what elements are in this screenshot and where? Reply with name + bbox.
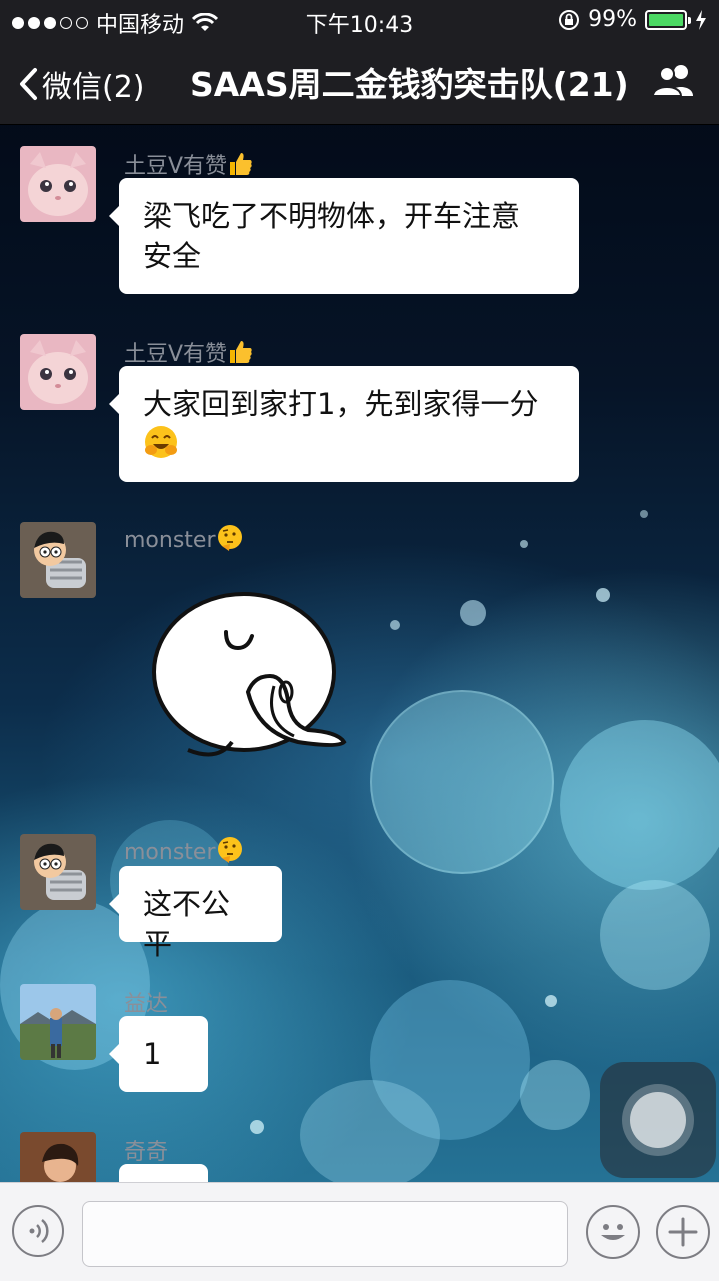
message-text: 这不公平 — [143, 887, 231, 961]
message-bubble[interactable]: 1 — [109, 1016, 208, 1092]
sender-name: monster — [124, 836, 244, 870]
message-input[interactable] — [82, 1201, 568, 1267]
assistive-touch-button[interactable] — [600, 1062, 716, 1178]
back-label: 微信(2) — [42, 70, 145, 105]
white-blob-sticker[interactable] — [148, 592, 348, 766]
kitten-avatar[interactable] — [20, 334, 96, 410]
group-info-icon — [651, 65, 693, 97]
emoji-button[interactable] — [586, 1205, 640, 1259]
thinking-face-icon — [216, 524, 244, 558]
landscape-person-avatar[interactable] — [20, 984, 96, 1060]
battery-percent: 99% — [588, 7, 637, 32]
message-list[interactable]: 土豆V有赞 梁飞吃了不明物体，开车注意 安全 土豆V有赞 大家回到家打1，先到家… — [0, 124, 719, 1182]
nav-bar: 微信(2) SAAS周二金钱豹突击队(21) — [0, 40, 719, 125]
kitten-avatar[interactable] — [20, 146, 96, 222]
message-bubble[interactable]: 梁飞吃了不明物体，开车注意 安全 — [109, 178, 579, 294]
input-bar — [0, 1182, 719, 1281]
chevron-left-icon — [20, 68, 37, 100]
more-button[interactable] — [656, 1205, 710, 1259]
laughing-face-icon — [143, 424, 179, 470]
back-button[interactable]: 微信(2) — [18, 62, 145, 106]
portrait-avatar[interactable] — [20, 1132, 96, 1182]
message-bubble[interactable]: 大家回到家打1，先到家得一分 — [109, 366, 579, 482]
group-info-button[interactable] — [651, 62, 697, 102]
sender-name: 奇奇 — [124, 1140, 169, 1165]
plus-icon — [668, 1217, 698, 1247]
status-bar: 中国移动 下午10:43 99% — [0, 0, 719, 40]
thinking-face-icon — [216, 836, 244, 870]
message-bubble[interactable]: 这不公平 — [109, 866, 282, 961]
message-text: 安全 — [143, 239, 202, 273]
chat-title: SAAS周二金钱豹突击队(21) — [190, 65, 629, 104]
sender-name: 益达 — [124, 992, 169, 1017]
emoji-icon — [601, 1224, 625, 1240]
cartoon-boy-avatar[interactable] — [20, 522, 96, 598]
sender-name: monster — [124, 524, 244, 558]
cartoon-boy-avatar[interactable] — [20, 834, 96, 910]
voice-icon — [29, 1219, 49, 1243]
rotation-lock-icon — [559, 9, 580, 30]
message-bubble[interactable] — [119, 1164, 208, 1182]
battery-icon — [645, 9, 691, 30]
message-text: 1 — [143, 1037, 162, 1071]
message-text: 梁飞吃了不明物体，开车注意 — [143, 199, 521, 233]
charging-icon — [696, 9, 706, 30]
message-text: 大家回到家打1，先到家得一分 — [143, 387, 539, 421]
voice-button[interactable] — [12, 1205, 64, 1257]
